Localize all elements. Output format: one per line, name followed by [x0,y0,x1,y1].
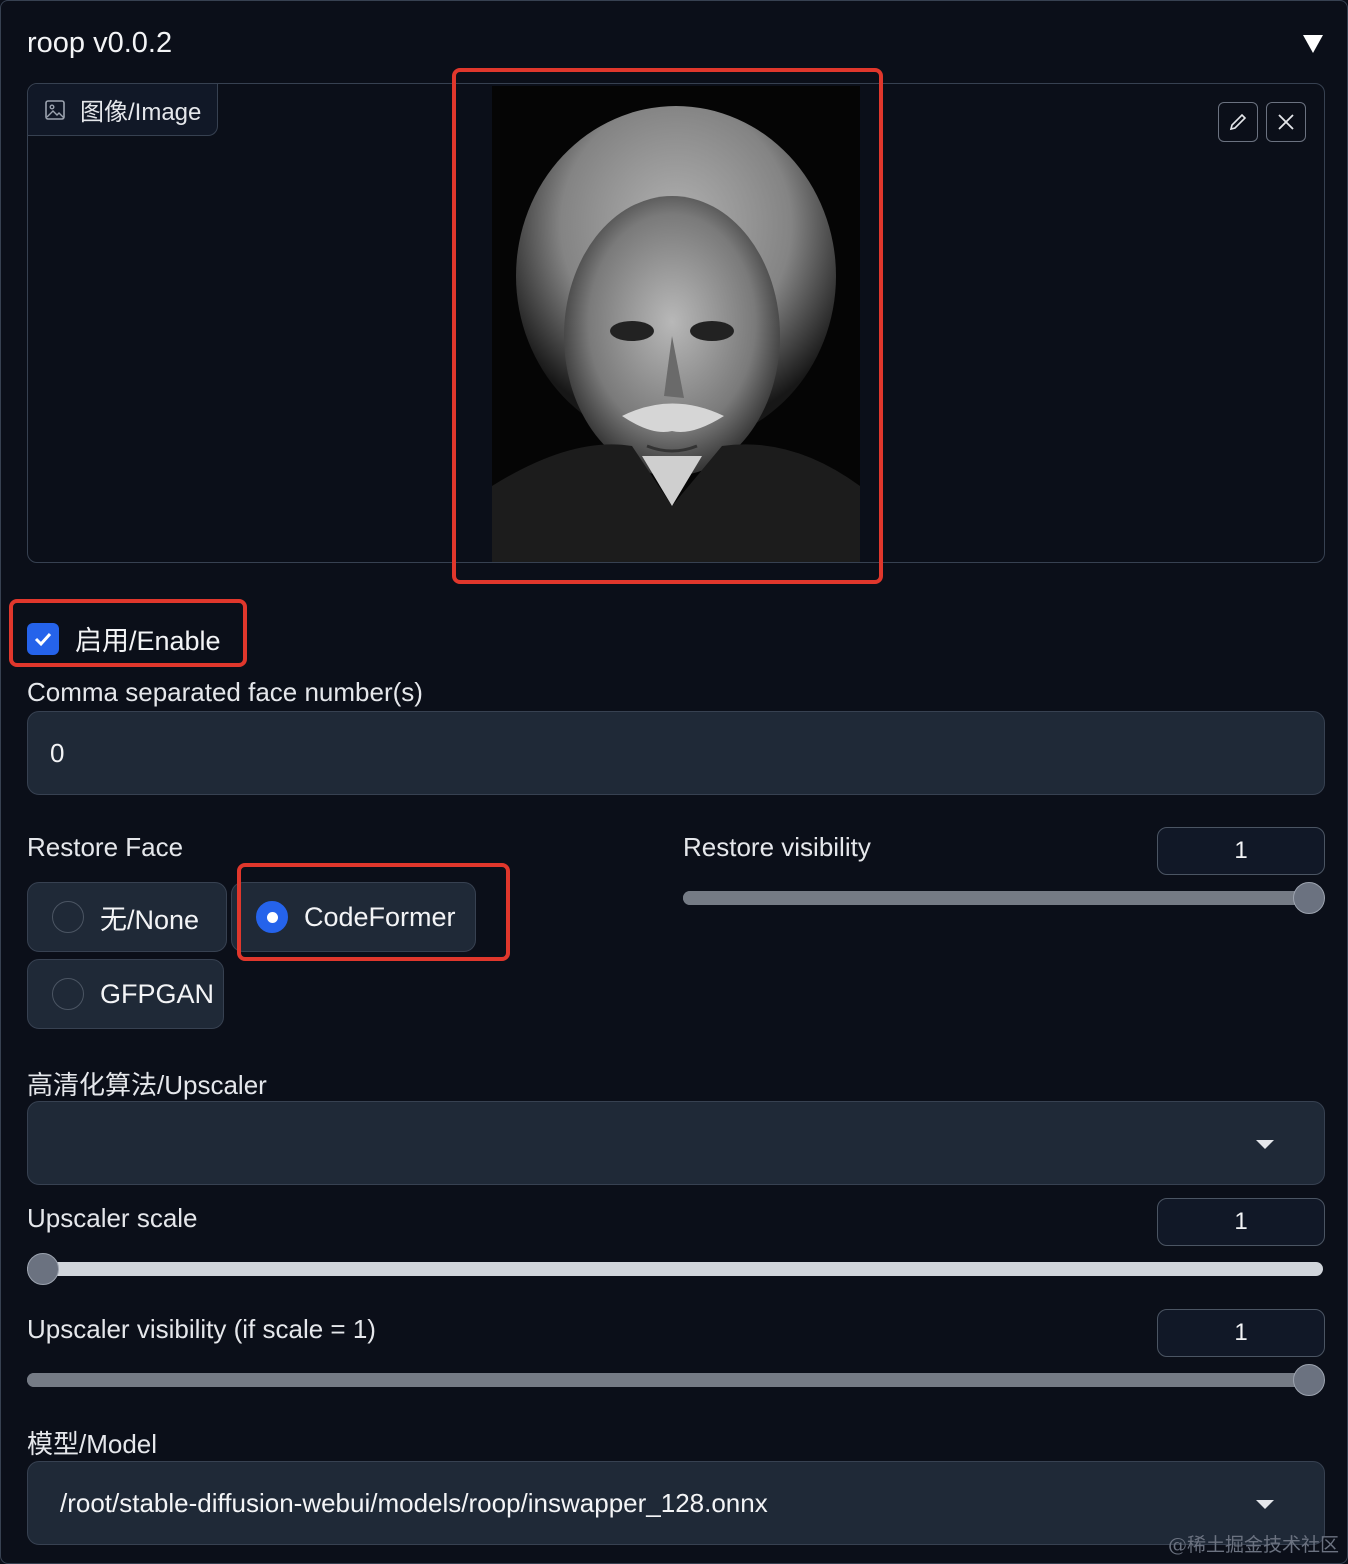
upscaler-scale-slider[interactable] [27,1253,1323,1285]
model-dropdown[interactable]: /root/stable-diffusion-webui/models/roop… [27,1461,1325,1545]
radio-gfpgan[interactable] [52,978,84,1010]
radio-none[interactable] [52,901,84,933]
clear-image-button[interactable] [1266,102,1306,142]
face-numbers-input[interactable]: 0 [27,711,1325,795]
upscaler-visibility-slider[interactable] [27,1364,1325,1396]
enable-checkbox[interactable] [27,622,59,655]
radio-codeformer-label: CodeFormer [304,901,456,932]
restore-visibility-number[interactable]: 1 [1157,827,1325,875]
upscaler-visibility-number[interactable]: 1 [1157,1309,1325,1357]
model-label: 模型/Model [27,1429,158,1459]
restore-face-option-codeformer[interactable]: CodeFormer [231,882,476,952]
radio-gfpgan-label: GFPGAN [100,978,215,1009]
panel-title: roop v0.0.2 [27,27,173,59]
model-value: /root/stable-diffusion-webui/models/roop… [60,1487,768,1518]
pencil-icon [1229,113,1247,131]
restore-visibility-label: Restore visibility [683,832,871,862]
upscaler-dropdown[interactable] [27,1101,1325,1185]
image-tab-label: 图像/Image [28,84,219,136]
upscaler-scale-thumb[interactable] [27,1253,59,1285]
upscaler-scale-label: Upscaler scale [27,1203,198,1233]
face-numbers-label: Comma separated face number(s) [27,677,423,707]
image-label-text: 图像/Image [80,99,202,126]
restore-face-option-gfpgan[interactable]: GFPGAN [27,959,224,1029]
enable-checkbox-row[interactable]: 启用/Enable [27,619,221,658]
radio-codeformer[interactable] [256,901,288,933]
radio-none-label: 无/None [100,904,200,935]
restore-face-label: Restore Face [27,832,184,862]
upscaler-visibility-label: Upscaler visibility (if scale = 1) [27,1314,376,1344]
upscaler-visibility-thumb[interactable] [1293,1364,1325,1396]
upscaler-visibility-fill [27,1373,1323,1387]
roop-panel: roop v0.0.2 图像/Image 启用/Enable Comma sep… [0,0,1348,1564]
edit-image-button[interactable] [1218,102,1258,142]
restore-visibility-fill [683,891,1323,905]
restore-visibility-slider[interactable] [683,882,1325,914]
restore-face-option-none[interactable]: 无/None [27,882,227,952]
chevron-down-icon [1256,1140,1274,1149]
chevron-down-icon [1256,1500,1274,1509]
image-icon [45,99,65,120]
restore-visibility-thumb[interactable] [1293,882,1325,914]
checkmark-icon [34,632,52,646]
close-icon [1278,114,1294,130]
enable-label: 启用/Enable [75,626,221,656]
upscaler-label: 高清化算法/Upscaler [27,1070,267,1100]
source-face-photo [492,86,860,562]
upscaler-scale-number[interactable]: 1 [1157,1198,1325,1246]
collapse-triangle-icon[interactable] [1301,33,1325,55]
face-numbers-value: 0 [50,737,65,768]
watermark: @稀土掘金技术社区 [1167,1534,1339,1556]
image-upload-area[interactable]: 图像/Image [27,83,1325,563]
